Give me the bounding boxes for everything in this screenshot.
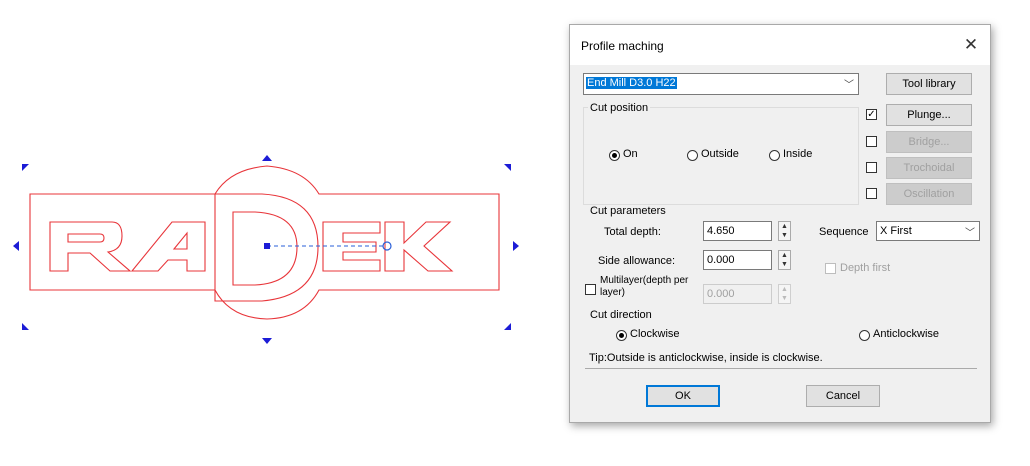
cut-direction-label: Cut direction (588, 309, 654, 321)
handle-bottom-right (504, 323, 511, 330)
trochoidal-checkbox[interactable] (866, 162, 877, 173)
dialog-titlebar[interactable]: Profile maching ✕ (570, 25, 990, 65)
design-canvas[interactable] (0, 0, 540, 463)
tool-select[interactable]: End Mill D3.0 H22 ﹀ (583, 73, 859, 95)
handle-top (262, 155, 272, 161)
profile-machining-dialog: Profile maching ✕ End Mill D3.0 H22 ﹀ To… (569, 24, 991, 423)
handle-right (513, 241, 519, 251)
cut-position-outside-label[interactable]: Outside (701, 148, 739, 160)
oscillation-button[interactable]: Oscillation (886, 183, 972, 205)
depth-first-checkbox[interactable] (825, 263, 836, 274)
outline-letter-r (49, 221, 132, 272)
total-depth-input[interactable]: 4.650 (703, 221, 772, 241)
dialog-title: Profile maching (581, 39, 664, 53)
cut-position-label: Cut position (588, 102, 651, 114)
multilayer-depth-spinner[interactable]: ▲ ▼ (778, 284, 791, 304)
tool-select-value: End Mill D3.0 H22 (586, 77, 677, 89)
ok-button[interactable]: OK (646, 385, 720, 407)
center-handle (264, 243, 270, 249)
clockwise-label[interactable]: Clockwise (630, 328, 680, 340)
bridge-checkbox[interactable] (866, 136, 877, 147)
oscillation-checkbox[interactable] (866, 188, 877, 199)
cut-position-inside-radio[interactable] (769, 150, 780, 161)
handle-bottom-left (22, 323, 29, 330)
cut-position-on-radio[interactable] (609, 150, 620, 161)
plunge-button[interactable]: Plunge... (886, 104, 972, 126)
handle-top-right (504, 164, 511, 171)
bridge-button[interactable]: Bridge... (886, 131, 972, 153)
anticlockwise-radio[interactable] (859, 330, 870, 341)
side-allowance-input[interactable]: 0.000 (703, 250, 772, 270)
selected-shape[interactable] (0, 0, 540, 463)
sequence-select[interactable]: X First ﹀ (876, 221, 980, 241)
multilayer-label: Multilayer(depth per layer) (600, 275, 688, 299)
cut-position-outside-radio[interactable] (687, 150, 698, 161)
multilayer-checkbox[interactable] (585, 284, 596, 295)
multilayer-label-line2: layer) (600, 287, 626, 298)
tip-text: Tip:Outside is anticlockwise, inside is … (589, 352, 823, 364)
total-depth-label: Total depth: (604, 226, 661, 238)
handle-left (13, 241, 19, 251)
outline-letter-a (130, 221, 206, 272)
handle-top-left (22, 164, 29, 171)
cut-position-on-label[interactable]: On (623, 148, 638, 160)
clockwise-radio[interactable] (616, 330, 627, 341)
multilayer-depth-input[interactable]: 0.000 (703, 284, 772, 304)
tip-bar: Tip:Outside is anticlockwise, inside is … (585, 350, 977, 369)
side-allowance-label: Side allowance: (598, 255, 676, 267)
cut-parameters-label: Cut parameters (588, 205, 668, 217)
anticlockwise-label[interactable]: Anticlockwise (873, 328, 939, 340)
sequence-label: Sequence (819, 226, 869, 238)
tool-library-button[interactable]: Tool library (886, 73, 972, 95)
sequence-select-value: X First (880, 225, 912, 237)
handle-bottom (262, 338, 272, 344)
depth-first-label: Depth first (840, 262, 891, 274)
side-allowance-spinner[interactable]: ▲ ▼ (778, 250, 791, 270)
outline-letter-k (384, 221, 454, 272)
cut-position-inside-label[interactable]: Inside (783, 148, 812, 160)
total-depth-spinner[interactable]: ▲ ▼ (778, 221, 791, 241)
plunge-checkbox[interactable]: ✓ (866, 109, 877, 120)
start-point-marker (382, 241, 392, 251)
close-icon[interactable]: ✕ (960, 35, 982, 55)
chevron-down-icon: ﹀ (965, 228, 975, 239)
trochoidal-button[interactable]: Trochoidal (886, 157, 972, 179)
chevron-down-icon: ﹀ (844, 80, 854, 91)
cancel-button[interactable]: Cancel (806, 385, 880, 407)
multilayer-label-line1: Multilayer(depth per (600, 275, 689, 286)
